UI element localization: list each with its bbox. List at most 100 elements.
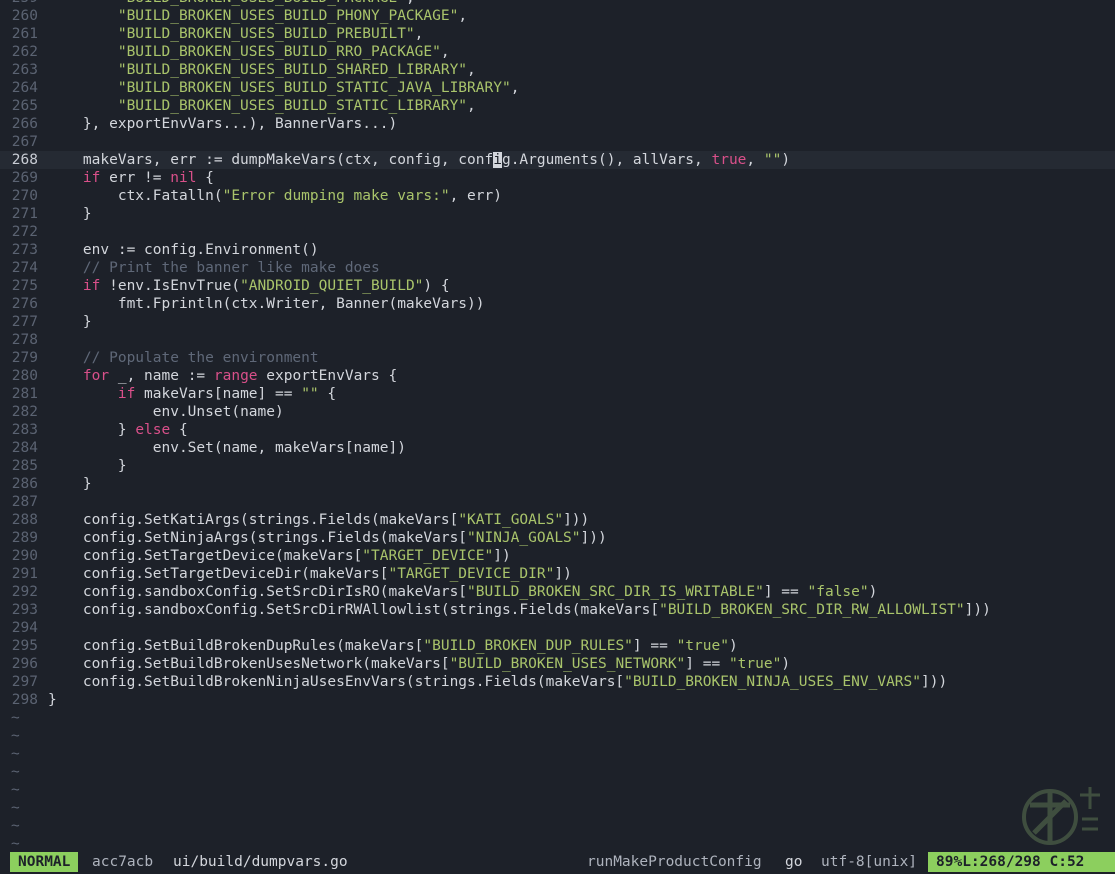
code-text: env.Unset(name) <box>48 404 284 420</box>
line-number: 279 <box>11 350 38 366</box>
code-text: // Populate the environment <box>48 350 319 366</box>
empty-buffer-line: ~ <box>0 727 1115 745</box>
line-number: 292 <box>11 584 38 600</box>
code-token: ) <box>868 584 878 600</box>
code-line[interactable]: 283 } else { <box>0 421 1115 439</box>
code-line[interactable]: 290 config.SetTargetDevice(makeVars["TAR… <box>0 547 1115 565</box>
line-number: 277 <box>11 314 38 330</box>
line-number: 286 <box>11 476 38 492</box>
code-line[interactable]: 280 for _, name := range exportEnvVars { <box>0 367 1115 385</box>
watermark-logo-icon <box>1022 787 1100 845</box>
code-line[interactable]: 288 config.SetKatiArgs(strings.Fields(ma… <box>0 511 1115 529</box>
line-number: 288 <box>11 512 38 528</box>
code-line[interactable]: 263 "BUILD_BROKEN_USES_BUILD_SHARED_LIBR… <box>0 61 1115 79</box>
code-line[interactable]: 295 config.SetBuildBrokenDupRules(makeVa… <box>0 637 1115 655</box>
code-line[interactable]: 261 "BUILD_BROKEN_USES_BUILD_PREBUILT", <box>0 25 1115 43</box>
code-text: "BUILD_BROKEN_USES_BUILD_PREBUILT", <box>48 26 424 42</box>
code-token: "ANDROID_QUIET_BUILD" <box>240 278 424 294</box>
code-line[interactable]: 278 <box>0 331 1115 349</box>
code-editor[interactable]: 259 "BUILD_BROKEN_USES_BUILD_PACKAGE",26… <box>0 0 1115 851</box>
tilde-marker: ~ <box>11 728 20 744</box>
code-line[interactable]: 264 "BUILD_BROKEN_USES_BUILD_STATIC_JAVA… <box>0 79 1115 97</box>
code-line[interactable]: 281 if makeVars[name] == "" { <box>0 385 1115 403</box>
code-token: makeVars, err := dumpMakeVars(ctx, confi… <box>82 152 494 168</box>
code-line[interactable]: 270 ctx.Fatalln("Error dumping make vars… <box>0 187 1115 205</box>
code-line[interactable]: 260 "BUILD_BROKEN_USES_BUILD_PHONY_PACKA… <box>0 7 1115 25</box>
code-text: "BUILD_BROKEN_USES_BUILD_PHONY_PACKAGE", <box>48 8 467 24</box>
code-token: ctx.Fatalln( <box>117 188 223 204</box>
code-line[interactable]: 291 config.SetTargetDeviceDir(makeVars["… <box>0 565 1115 583</box>
code-line[interactable]: 277 } <box>0 313 1115 331</box>
code-text: config.sandboxConfig.SetSrcDirIsRO(makeV… <box>48 584 877 600</box>
code-line[interactable]: 297 config.SetBuildBrokenNinjaUsesEnvVar… <box>0 673 1115 691</box>
code-token: "false" <box>807 584 869 600</box>
line-number: 289 <box>11 530 38 546</box>
line-number: 263 <box>11 62 38 78</box>
empty-buffer-line: ~ <box>0 799 1115 817</box>
code-line[interactable]: 296 config.SetBuildBrokenUsesNetwork(mak… <box>0 655 1115 673</box>
code-line[interactable]: 294 <box>0 619 1115 637</box>
empty-buffer-line: ~ <box>0 745 1115 763</box>
tilde-marker: ~ <box>11 782 20 798</box>
line-number: 259 <box>0 0 38 7</box>
code-line[interactable]: 266 }, exportEnvVars...), BannerVars...) <box>0 115 1115 133</box>
code-token: "KATI_GOALS" <box>458 512 564 528</box>
code-line[interactable]: 269 if err != nil { <box>0 169 1115 187</box>
code-token: // Print the banner like make does <box>82 260 380 276</box>
code-line[interactable]: 275 if !env.IsEnvTrue("ANDROID_QUIET_BUI… <box>0 277 1115 295</box>
code-text: config.sandboxConfig.SetSrcDirRWAllowlis… <box>48 602 991 618</box>
code-line[interactable]: 265 "BUILD_BROKEN_USES_BUILD_STATIC_LIBR… <box>0 97 1115 115</box>
code-line[interactable]: 267 <box>0 133 1115 151</box>
code-token: env.Unset(name) <box>152 404 284 420</box>
code-line[interactable]: 271 } <box>0 205 1115 223</box>
tilde-marker: ~ <box>11 818 20 834</box>
code-line[interactable]: 276 fmt.Fprintln(ctx.Writer, Banner(make… <box>0 295 1115 313</box>
code-text: "BUILD_BROKEN_USES_BUILD_SHARED_LIBRARY"… <box>48 62 476 78</box>
code-text: config.SetBuildBrokenNinjaUsesEnvVars(st… <box>48 674 947 690</box>
code-line[interactable]: 292 config.sandboxConfig.SetSrcDirIsRO(m… <box>0 583 1115 601</box>
code-token: ) <box>781 656 791 672</box>
code-line[interactable]: 298} <box>0 691 1115 709</box>
line-number: 280 <box>11 368 38 384</box>
code-token: }, exportEnvVars...), BannerVars...) <box>82 116 398 132</box>
code-line[interactable]: 274 // Print the banner like make does <box>0 259 1115 277</box>
current-code-line[interactable]: 268 makeVars, err := dumpMakeVars(ctx, c… <box>0 151 1115 169</box>
code-line[interactable]: 284 env.Set(name, makeVars[name]) <box>0 439 1115 457</box>
code-text: "BUILD_BROKEN_USES_BUILD_STATIC_LIBRARY"… <box>48 98 476 114</box>
line-number: 270 <box>11 188 38 204</box>
code-line[interactable]: 279 // Populate the environment <box>0 349 1115 367</box>
code-token: "" <box>301 386 319 402</box>
code-token: if <box>117 386 136 402</box>
code-line[interactable]: 285 } <box>0 457 1115 475</box>
code-line[interactable]: 259 "BUILD_BROKEN_USES_BUILD_PACKAGE", <box>0 0 1115 7</box>
code-token: ]) <box>493 548 511 564</box>
code-line[interactable]: 273 env := config.Environment() <box>0 241 1115 259</box>
code-token: fmt.Fprintln(ctx.Writer, Banner(makeVars… <box>117 296 485 312</box>
code-line[interactable]: 287 <box>0 493 1115 511</box>
code-line[interactable]: 293 config.sandboxConfig.SetSrcDirRWAllo… <box>0 601 1115 619</box>
code-line[interactable]: 282 env.Unset(name) <box>0 403 1115 421</box>
code-line[interactable]: 262 "BUILD_BROKEN_USES_BUILD_RRO_PACKAGE… <box>0 43 1115 61</box>
status-bar: NORMAL acc7acb ui/build/dumpvars.go runM… <box>0 852 1115 872</box>
code-line[interactable]: 286 } <box>0 475 1115 493</box>
code-text: config.SetTargetDeviceDir(makeVars["TARG… <box>48 566 572 582</box>
code-line[interactable]: 289 config.SetNinjaArgs(strings.Fields(m… <box>0 529 1115 547</box>
line-number: 266 <box>11 116 38 132</box>
code-token: "BUILD_BROKEN_USES_BUILD_PHONY_PACKAGE" <box>117 8 459 24</box>
code-text: env.Set(name, makeVars[name]) <box>48 440 406 456</box>
code-text: } else { <box>48 422 188 438</box>
code-text: for _, name := range exportEnvVars { <box>48 368 397 384</box>
code-line[interactable]: 272 <box>0 223 1115 241</box>
line-number: 262 <box>11 44 38 60</box>
tilde-marker: ~ <box>11 764 20 780</box>
